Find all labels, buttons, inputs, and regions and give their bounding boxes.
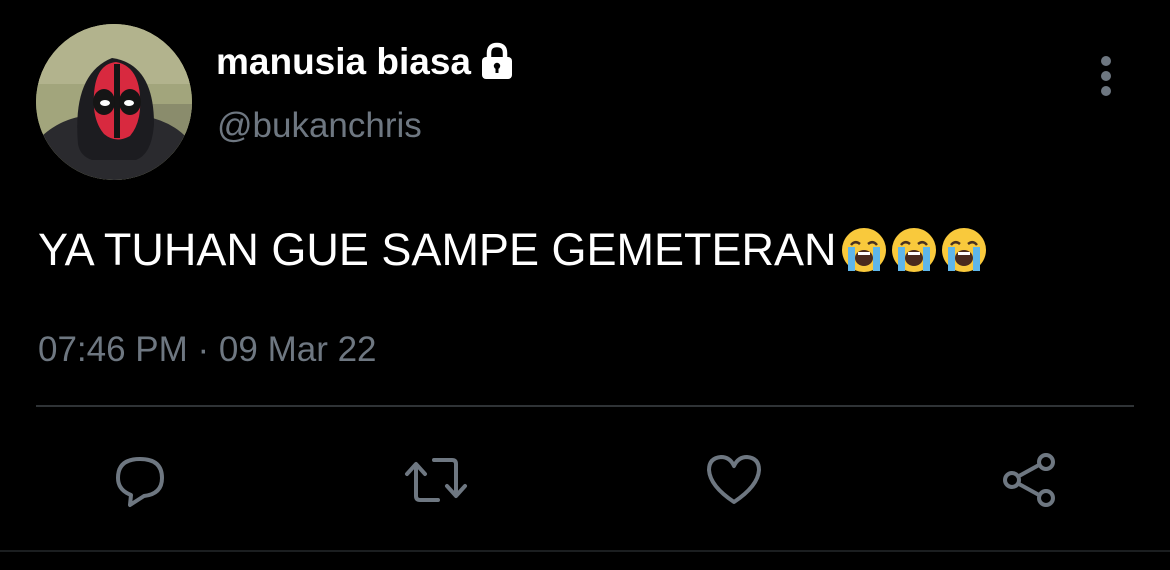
retweet-icon: [405, 458, 467, 502]
divider: [36, 405, 1134, 407]
avatar[interactable]: [36, 24, 192, 180]
retweet-button[interactable]: [404, 448, 468, 512]
loudly-crying-face-icon: [941, 228, 986, 272]
deadpool-mask-avatar: [36, 24, 192, 180]
loudly-crying-face-icon: [891, 228, 936, 272]
loudly-crying-face-icon: [841, 228, 886, 272]
lock-icon: [479, 42, 515, 82]
emoji-group: [839, 225, 989, 275]
vertical-dots-icon: [1101, 71, 1111, 81]
display-name-text: manusia biasa: [216, 41, 472, 82]
share-icon: [1003, 453, 1055, 507]
like-button[interactable]: [702, 448, 766, 512]
heart-icon: [707, 455, 761, 504]
user-handle[interactable]: @bukanchris: [217, 104, 422, 148]
more-options-button[interactable]: [1088, 52, 1124, 100]
share-button[interactable]: [998, 448, 1062, 512]
tweet-card: manusia biasa @bukanchris YA TUHAN GUE S…: [0, 0, 1170, 570]
tweet-text: YA TUHAN GUE SAMPE GEMETERAN: [38, 222, 989, 278]
bottom-divider: [0, 550, 1170, 552]
tweet-timestamp[interactable]: 07:46 PM · 09 Mar 22: [38, 328, 377, 372]
vertical-dots-icon: [1101, 56, 1111, 66]
display-name[interactable]: manusia biasa: [216, 38, 515, 86]
vertical-dots-icon: [1101, 86, 1111, 96]
reply-button[interactable]: [108, 448, 172, 512]
speech-bubble-icon: [116, 457, 164, 507]
tweet-text-content: YA TUHAN GUE SAMPE GEMETERAN: [38, 224, 837, 275]
